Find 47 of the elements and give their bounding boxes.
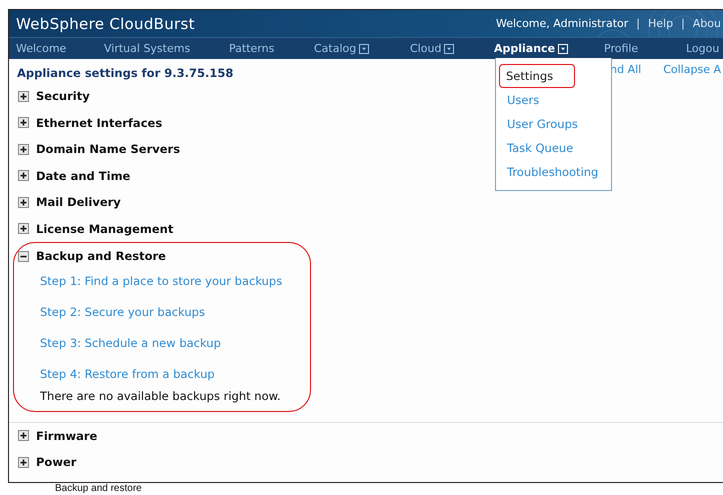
nav-tab[interactable]: Logou bbox=[686, 42, 723, 55]
step-link[interactable]: Step 4: Restore from a backup bbox=[40, 366, 215, 380]
nav-tab[interactable]: Appliance bbox=[494, 42, 604, 55]
menu-item[interactable]: User Groups bbox=[499, 112, 586, 136]
section-title[interactable]: Power bbox=[36, 455, 76, 470]
nav-tab[interactable]: Catalog bbox=[314, 42, 410, 55]
section-title[interactable]: Backup and Restore bbox=[36, 249, 166, 264]
empty-message: There are no available backups right now. bbox=[40, 388, 281, 402]
section-title[interactable]: License Management bbox=[36, 222, 174, 236]
nav-tab[interactable]: Profile bbox=[604, 42, 686, 55]
toolbar-link[interactable]: Collapse A bbox=[663, 63, 721, 76]
separator: | bbox=[636, 17, 640, 30]
dropdown-icon[interactable] bbox=[444, 44, 454, 54]
step-link[interactable]: Step 3: Schedule a new backup bbox=[40, 336, 221, 350]
expand-icon[interactable] bbox=[18, 223, 29, 234]
menu-item[interactable]: Settings bbox=[499, 64, 575, 88]
menu-item[interactable]: Troubleshooting bbox=[499, 160, 606, 184]
step-link[interactable]: Step 1: Find a place to store your backups bbox=[40, 274, 282, 288]
expand-icon[interactable] bbox=[18, 430, 29, 442]
expand-icon[interactable] bbox=[18, 456, 29, 468]
nav-tab[interactable]: Patterns bbox=[229, 42, 314, 55]
expand-icon[interactable] bbox=[18, 90, 29, 102]
section-title[interactable]: Date and Time bbox=[36, 168, 130, 183]
section-title[interactable]: Mail Delivery bbox=[36, 195, 121, 210]
header-link[interactable]: Abou bbox=[692, 17, 721, 30]
figure-caption: Backup and restore bbox=[55, 483, 142, 494]
menu-item[interactable]: Task Queue bbox=[499, 136, 582, 160]
step-link[interactable]: Step 2: Secure your backups bbox=[40, 304, 205, 318]
menu-item[interactable]: Users bbox=[499, 88, 548, 112]
header-link[interactable]: Help bbox=[648, 17, 674, 30]
welcome-text: Welcome, Administrator bbox=[496, 17, 628, 30]
nav-tab[interactable]: Welcome bbox=[16, 42, 104, 55]
dropdown-icon[interactable] bbox=[359, 44, 370, 54]
expand-icon[interactable] bbox=[18, 170, 29, 182]
section-title[interactable]: Ethernet Interfaces bbox=[36, 116, 162, 130]
section-title[interactable]: Firmware bbox=[36, 428, 98, 443]
expand-icon[interactable] bbox=[18, 117, 29, 128]
nav-tab[interactable]: Virtual Systems bbox=[104, 42, 229, 55]
section-title[interactable]: Security bbox=[36, 89, 90, 104]
separator: | bbox=[681, 17, 685, 30]
section-title[interactable]: Domain Name Servers bbox=[36, 142, 180, 156]
expand-icon[interactable] bbox=[18, 144, 29, 155]
page-heading: Appliance settings for 9.3.75.158 bbox=[17, 65, 234, 82]
app-title: WebSphere CloudBurst bbox=[16, 14, 195, 32]
expand-icon[interactable] bbox=[18, 196, 29, 208]
collapse-icon[interactable] bbox=[18, 250, 29, 262]
nav-tab[interactable]: Cloud bbox=[410, 42, 494, 55]
